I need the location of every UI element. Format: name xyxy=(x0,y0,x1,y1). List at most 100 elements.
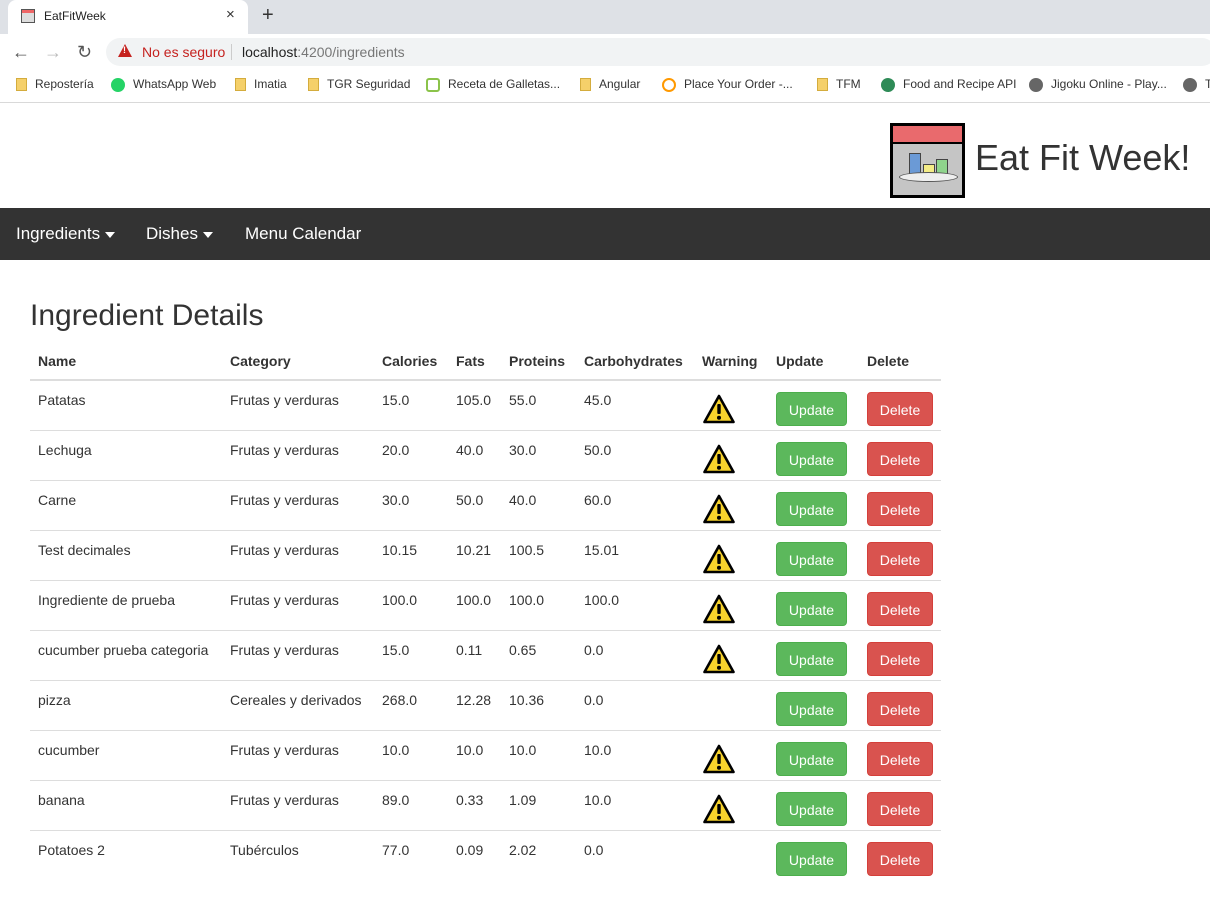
bookmark-item[interactable]: Place Your Order -... xyxy=(662,77,793,92)
bookmark-item[interactable]: T xyxy=(1183,77,1210,92)
col-header-delete: Delete xyxy=(859,343,941,381)
nav-ingredients-dropdown[interactable]: Ingredients xyxy=(16,224,116,244)
caret-down-icon xyxy=(105,231,116,238)
update-button[interactable]: Update xyxy=(776,441,847,476)
table-row: Test decimales Frutas y verduras 10.15 10.2… xyxy=(30,530,941,581)
bookmark-label: Angular xyxy=(599,77,641,91)
delete-button[interactable]: Delete xyxy=(867,441,933,476)
delete-button[interactable]: Delete xyxy=(867,791,933,826)
cell-proteins: 30.0 xyxy=(501,430,576,481)
cell-name: Carne xyxy=(30,480,222,531)
cell-category: Frutas y verduras xyxy=(222,430,374,481)
forward-arrow-icon[interactable]: → xyxy=(44,42,62,62)
cell-fats: 105.0 xyxy=(448,380,501,431)
cell-fats: 10.0 xyxy=(448,730,501,781)
delete-button[interactable]: Delete xyxy=(867,641,933,676)
cell-category: Frutas y verduras xyxy=(222,530,374,581)
cell-name: pizza xyxy=(30,680,222,731)
cell-update: Update xyxy=(768,730,859,781)
cell-fats: 40.0 xyxy=(448,430,501,481)
tv-icon xyxy=(426,77,440,92)
table-row: Lechuga Frutas y verduras 20.0 40.0 30.0 50.0… xyxy=(30,430,941,481)
cell-category: Frutas y verduras xyxy=(222,380,374,431)
warning-icon xyxy=(703,744,735,773)
cell-calories: 30.0 xyxy=(374,480,448,531)
cell-warning xyxy=(694,680,768,731)
cell-delete: Delete xyxy=(859,680,941,731)
table-row: Patatas Frutas y verduras 15.0 105.0 55.0 45.… xyxy=(30,380,941,431)
cell-fats: 0.09 xyxy=(456,841,484,858)
cell-warning xyxy=(694,380,768,431)
url-input[interactable]: No es seguro localhost:4200/ingredients xyxy=(106,38,1210,66)
caret-down-icon xyxy=(202,231,213,238)
cell-update: Update xyxy=(768,830,859,880)
cell-carbohydrates: 60.0 xyxy=(576,480,694,531)
close-icon[interactable]: × xyxy=(226,7,235,22)
update-button[interactable]: Update xyxy=(776,691,847,726)
update-button[interactable]: Update xyxy=(776,392,847,426)
col-header-fats: Fats xyxy=(448,343,501,381)
update-button[interactable]: Update xyxy=(776,491,847,526)
tab-title: EatFitWeek xyxy=(44,9,106,23)
table-row: pizza Cereales y derivados 268.0 12.28 10.36… xyxy=(30,680,941,731)
cell-name: Lechuga xyxy=(30,430,222,481)
bookmark-item[interactable]: TFM xyxy=(817,77,861,92)
col-header-calories: Calories xyxy=(374,343,448,381)
delete-button[interactable]: Delete xyxy=(867,491,933,526)
delete-button[interactable]: Delete xyxy=(867,541,933,576)
delete-button[interactable]: Delete xyxy=(867,392,933,426)
browser-tab[interactable]: EatFitWeek × xyxy=(8,0,248,34)
cell-warning xyxy=(694,580,768,631)
cell-delete: Delete xyxy=(859,830,941,880)
delete-button[interactable]: Delete xyxy=(867,691,933,726)
bookmark-item[interactable]: Food and Recipe API xyxy=(881,77,1016,92)
cell-update: Update xyxy=(768,430,859,481)
not-secure-label[interactable]: No es seguro xyxy=(142,44,225,60)
cell-carbohydrates: 100.0 xyxy=(576,580,694,631)
bookmark-item[interactable]: Angular xyxy=(580,77,641,92)
bookmark-label: Imatia xyxy=(254,77,287,91)
reload-icon[interactable]: ↻ xyxy=(77,42,92,62)
update-button[interactable]: Update xyxy=(776,591,847,626)
update-button[interactable]: Update xyxy=(776,541,847,576)
bookmark-item[interactable]: Imatia xyxy=(235,77,287,92)
delete-button[interactable]: Delete xyxy=(867,591,933,626)
delete-button[interactable]: Delete xyxy=(867,841,933,876)
cell-carbohydrates: 15.01 xyxy=(576,530,694,581)
cell-update: Update xyxy=(768,680,859,731)
back-arrow-icon[interactable]: ← xyxy=(12,42,30,62)
cell-update: Update xyxy=(768,630,859,681)
warning-icon xyxy=(703,644,735,673)
browser-tab-strip: EatFitWeek × + xyxy=(0,0,1210,34)
folder-icon xyxy=(308,78,319,92)
cell-calories: 20.0 xyxy=(374,430,448,481)
new-tab-button[interactable]: + xyxy=(262,5,274,25)
update-button[interactable]: Update xyxy=(776,641,847,676)
update-button[interactable]: Update xyxy=(776,741,847,776)
bookmark-label: TGR Seguridad xyxy=(327,77,411,91)
cell-delete: Delete xyxy=(859,430,941,481)
bookmark-item[interactable]: Receta de Galletas... xyxy=(426,77,560,92)
nav-ingredients-label: Ingredients xyxy=(16,224,101,243)
cell-calories: 268.0 xyxy=(374,680,448,731)
cell-warning xyxy=(694,430,768,481)
bookmark-item[interactable]: Repostería xyxy=(16,77,94,92)
cell-carbohydrates: 10.0 xyxy=(576,730,694,781)
cell-carbohydrates: 0.0 xyxy=(576,630,694,681)
nav-dishes-dropdown[interactable]: Dishes xyxy=(146,224,213,244)
bookmark-item[interactable]: WhatsApp Web xyxy=(111,77,216,92)
bookmark-item[interactable]: TGR Seguridad xyxy=(308,77,411,92)
cell-category: Frutas y verduras xyxy=(222,630,374,681)
folder-icon xyxy=(235,78,246,92)
cell-delete: Delete xyxy=(859,780,941,831)
update-button[interactable]: Update xyxy=(776,791,847,826)
update-button[interactable]: Update xyxy=(776,841,847,876)
bookmark-item[interactable]: Jigoku Online - Play... xyxy=(1029,77,1167,92)
cell-delete: Delete xyxy=(859,380,941,431)
cell-calories: 10.0 xyxy=(374,730,448,781)
nav-menu-calendar[interactable]: Menu Calendar xyxy=(245,224,361,244)
table-header-row: Name Category Calories Fats Proteins Car… xyxy=(30,343,941,381)
bookmarks-bar: Repostería WhatsApp Web Imatia TGR Segurida… xyxy=(0,70,1210,103)
warning-icon xyxy=(703,594,735,623)
delete-button[interactable]: Delete xyxy=(867,741,933,776)
